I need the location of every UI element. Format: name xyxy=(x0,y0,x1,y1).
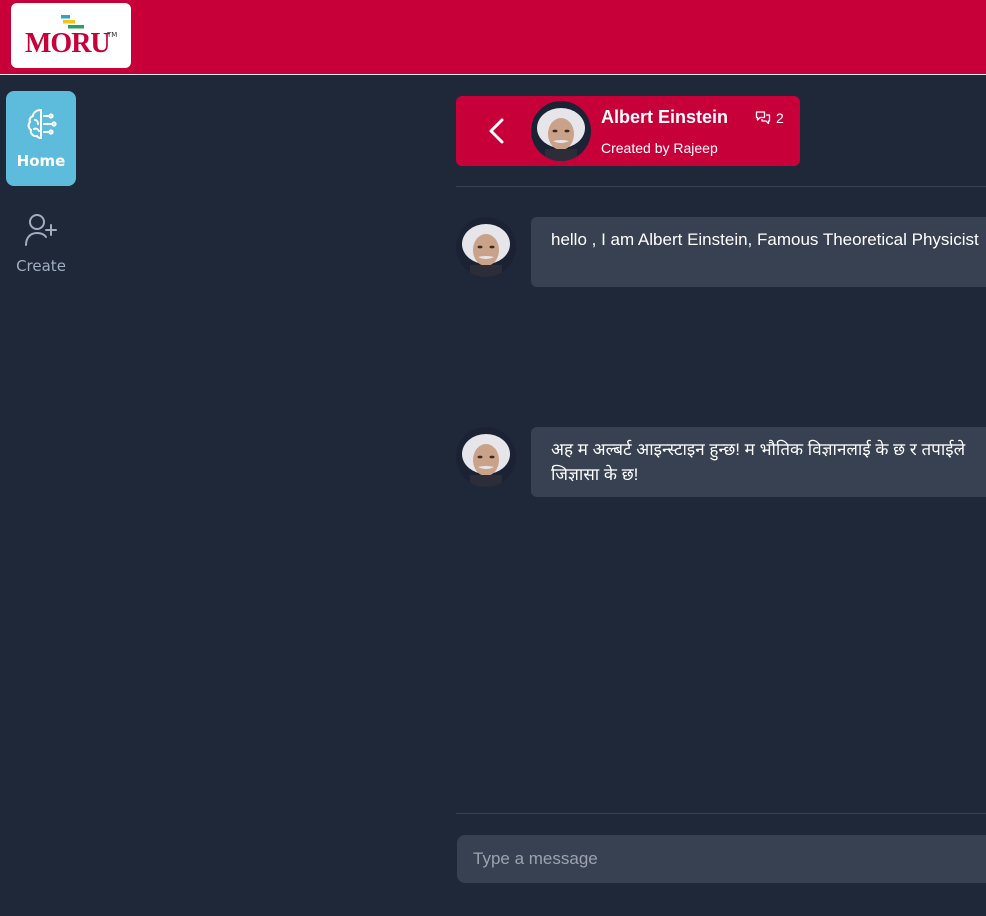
logo-text: MORU xyxy=(25,28,111,59)
message-bubble: hello , I am Albert Einstein, Famous The… xyxy=(531,217,986,287)
einstein-portrait-icon xyxy=(456,217,516,277)
message-avatar xyxy=(456,427,516,487)
moru-logo[interactable]: MORU TM xyxy=(11,3,131,68)
message-bubble: अह म अल्बर्ट आइन्स्टाइन हुन्छ! म भौतिक व… xyxy=(531,427,986,497)
creator-label: Created by Rajeep xyxy=(601,140,718,156)
sidebar-item-create[interactable]: Create xyxy=(6,196,76,291)
character-avatar[interactable] xyxy=(531,101,591,161)
back-arrow-icon[interactable] xyxy=(484,116,510,146)
sidebar-item-label: Home xyxy=(16,152,66,170)
chat-bubbles-icon xyxy=(755,111,771,125)
brain-icon xyxy=(27,109,57,139)
einstein-portrait-icon xyxy=(531,101,591,161)
sidebar-item-label: Create xyxy=(16,257,66,275)
character-name: Albert Einstein xyxy=(601,107,729,127)
einstein-portrait-icon xyxy=(456,427,516,487)
input-divider xyxy=(456,813,986,814)
user-plus-icon xyxy=(25,214,57,246)
sidebar-item-home[interactable]: Home xyxy=(6,91,76,186)
message-avatar xyxy=(456,217,516,277)
message-input[interactable] xyxy=(457,835,986,883)
chat-count: 2 xyxy=(776,110,784,126)
logo-trademark: TM xyxy=(107,31,118,39)
chat-header: Albert Einstein 2 Created by Rajeep xyxy=(456,96,800,166)
top-bar: MORU TM xyxy=(0,0,986,75)
header-divider xyxy=(456,186,986,187)
